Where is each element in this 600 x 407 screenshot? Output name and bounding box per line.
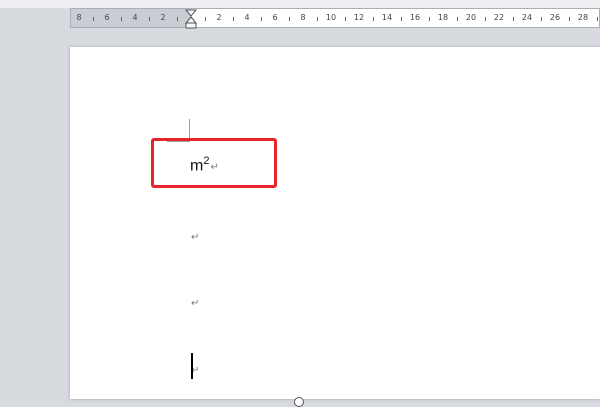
ribbon-bottom-edge (0, 0, 600, 8)
annotation-highlight-box (151, 138, 277, 188)
ruler-tick (485, 17, 486, 21)
ruler-number: 18 (437, 13, 449, 22)
ruler-number: 8 (300, 13, 306, 22)
ruler-tick (233, 17, 234, 21)
ruler-tick (317, 17, 318, 21)
ruler-number: 20 (465, 13, 477, 22)
ruler-number: 4 (132, 13, 138, 22)
ruler-tick (429, 17, 430, 21)
paragraph-mark-icon: ↵ (191, 298, 200, 309)
ruler-number: 6 (104, 13, 110, 22)
ruler-number: 4 (244, 13, 250, 22)
ruler-number: 10 (325, 13, 337, 22)
ruler-number: 6 (272, 13, 278, 22)
document-page[interactable]: m2↵ ↵ ↵ ↵ (70, 47, 600, 399)
ruler-tick (401, 17, 402, 21)
ruler-number: 16 (409, 13, 421, 22)
empty-paragraph[interactable]: ↵ (190, 227, 199, 245)
ruler-tick (541, 17, 542, 21)
ruler-tick (289, 17, 290, 21)
indent-marker-icon[interactable] (185, 9, 197, 29)
ruler-tick (345, 17, 346, 21)
ruler-number: 12 (353, 13, 365, 22)
ruler-tick (597, 17, 598, 21)
ruler-tick (373, 17, 374, 21)
horizontal-ruler[interactable]: 8 6 4 2 2 4 6 8 10 12 14 16 18 20 22 24 … (70, 8, 600, 29)
ruler-number: 8 (76, 13, 82, 22)
ruler-tick (121, 17, 122, 21)
ruler-number: 22 (493, 13, 505, 22)
ruler-tick (457, 17, 458, 21)
ruler-tick (93, 17, 94, 21)
text-cursor (191, 353, 193, 379)
empty-paragraph[interactable]: ↵ (190, 293, 199, 311)
ruler-number: 2 (216, 13, 222, 22)
ruler-tick (205, 17, 206, 21)
ruler-number: 2 (160, 13, 166, 22)
ruler-left-margin (71, 9, 191, 27)
ruler-tick (513, 17, 514, 21)
ruler-tick (569, 17, 570, 21)
paragraph-mark-icon: ↵ (191, 232, 200, 243)
ruler-number: 24 (521, 13, 533, 22)
ruler-tick (261, 17, 262, 21)
ruler-number: 14 (381, 13, 393, 22)
ruler-number: 28 (577, 13, 589, 22)
ruler-tick (177, 17, 178, 21)
ruler-tick (149, 17, 150, 21)
scroll-handle[interactable] (294, 397, 304, 407)
ruler-number: 26 (549, 13, 561, 22)
